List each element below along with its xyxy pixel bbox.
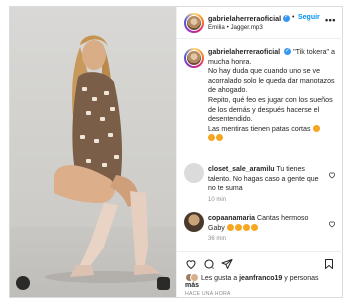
emoji-icon [250,223,258,231]
commenter-username[interactable]: copaanamaria [208,215,255,222]
emoji-icon [242,223,250,231]
action-bar [177,251,343,273]
post-sidebar: gabrielaherreraoficial • Seguir Emilia •… [176,7,343,297]
author-username-text[interactable]: gabrielaherreraoficial [208,14,281,23]
caption-username[interactable]: gabrielaherreraoficial [208,48,280,56]
heart-icon[interactable] [185,258,197,270]
post-timestamp[interactable]: HACE UNA HORA [185,291,231,297]
comment-text: copaanamaria Cantas hermoso Gaby [208,214,326,233]
author-username[interactable]: gabrielaherreraoficial [208,14,291,23]
comment-icon[interactable] [203,258,215,270]
caption-line-2: No hay duda que cuando uno se ve acorral… [208,67,335,95]
woman-photo-illustration [45,35,165,283]
commenter-username[interactable]: closet_sale_aramilu [208,166,275,173]
reel-icon[interactable] [157,277,170,290]
emoji-icon [234,223,242,231]
post-image[interactable] [10,7,176,297]
post-card: gabrielaherreraoficial • Seguir Emilia •… [9,6,343,298]
audio-track[interactable]: Emilia • Jagger.mp3 [208,24,263,31]
commenter-avatar[interactable] [184,163,204,183]
emoji-icon [216,134,223,142]
caption-line-4: Las mentiras tienen patas cortas [208,124,311,133]
comment-time[interactable]: 36 min [208,236,226,242]
commenter-avatar[interactable] [184,212,204,232]
camera-icon[interactable] [16,276,30,290]
follow-button[interactable]: Seguir [298,14,320,21]
caption-line-3: Repito, qué feo es jugar con los sueños … [208,95,333,124]
post-header: gabrielaherreraoficial • Seguir Emilia •… [177,7,343,39]
share-icon[interactable] [221,258,233,270]
verified-badge-icon [283,14,291,22]
likes-suffix[interactable]: y personas [284,275,318,282]
comment-like-heart-icon[interactable] [328,171,336,179]
comment-text: closet_sale_aramilu Tu tienes talento. N… [208,165,326,194]
emoji-icon [208,134,215,142]
likes-more[interactable]: más [185,282,199,289]
caption-author-avatar[interactable] [184,48,204,68]
bookmark-icon[interactable] [323,258,335,270]
comment-time[interactable]: 10 min [208,197,226,203]
likes-user[interactable]: jeanfranco19 [239,275,282,282]
caption-text: gabrielaherreraoficial "Tik tokera" a mu… [208,47,338,144]
likes-summary: Les gusta a jeanfranco19 y personas más [185,273,319,289]
liker-avatar [190,273,199,282]
emoji-icon [226,223,234,231]
more-options-button[interactable]: ••• [325,15,336,25]
separator-dot: • [292,14,295,21]
likes-prefix: Les gusta a [200,275,238,282]
verified-badge-icon [284,47,292,56]
author-avatar[interactable] [184,13,204,33]
comment-like-heart-icon[interactable] [328,220,336,228]
emoji-icon [312,124,320,132]
